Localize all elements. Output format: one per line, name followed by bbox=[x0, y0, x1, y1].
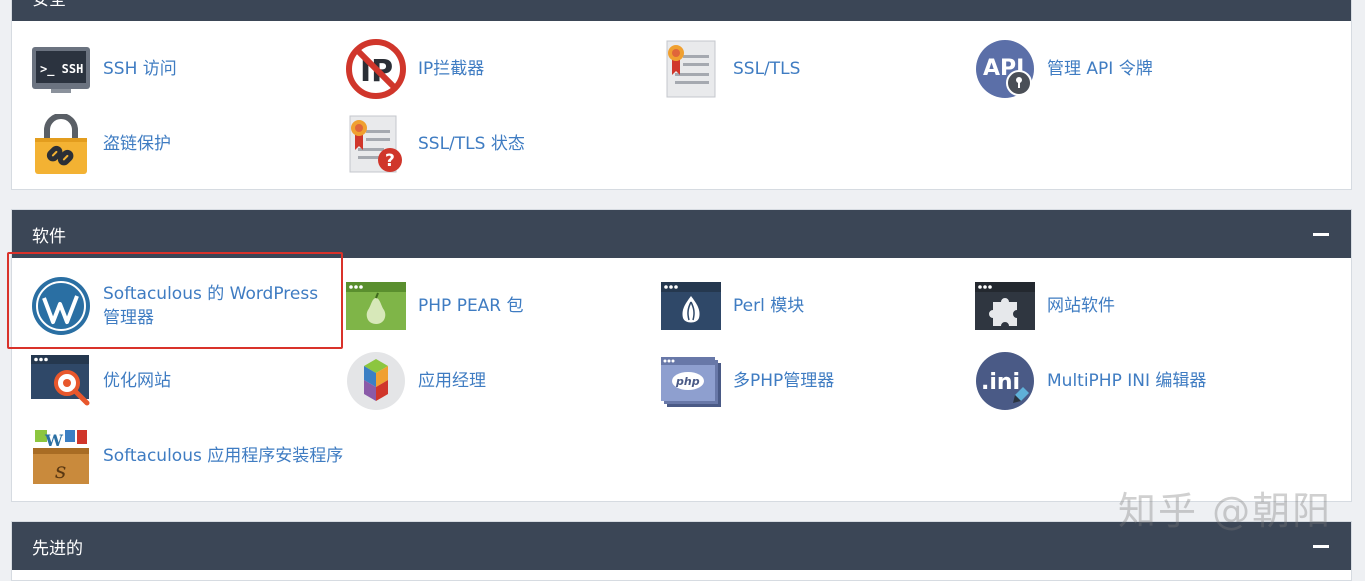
advanced-collapse-button[interactable] bbox=[1313, 544, 1329, 548]
site-software-item[interactable]: 网站软件 bbox=[975, 276, 1115, 336]
svg-text:.ini: .ini bbox=[981, 370, 1020, 395]
ssl-certificate-icon bbox=[666, 40, 716, 98]
hotlink-lock-icon bbox=[35, 114, 87, 174]
site-software-label: 网站软件 bbox=[1047, 296, 1115, 316]
softaculous-installer-item[interactable]: W s Softaculous 应用程序安装程序 bbox=[31, 426, 343, 486]
perl-modules-item[interactable]: Perl 模块 bbox=[661, 276, 804, 336]
optimize-website-label: 优化网站 bbox=[103, 371, 171, 391]
optimize-website-item[interactable]: 优化网站 bbox=[31, 351, 171, 411]
svg-text:?: ? bbox=[385, 151, 395, 171]
api-token-label: 管理 API 令牌 bbox=[1047, 59, 1153, 79]
optimize-website-icon bbox=[31, 355, 90, 406]
svg-text:s: s bbox=[55, 459, 66, 484]
software-collapse-button[interactable] bbox=[1313, 232, 1329, 236]
softaculous-installer-icon: W s bbox=[33, 430, 89, 484]
php-pear-item[interactable]: PHP PEAR 包 bbox=[346, 276, 524, 336]
software-panel-header[interactable]: 软件 bbox=[12, 210, 1351, 258]
multiphp-manager-label: 多PHP管理器 bbox=[733, 371, 835, 391]
wordpress-icon bbox=[32, 277, 90, 335]
softaculous-installer-label: Softaculous 应用程序安装程序 bbox=[103, 446, 344, 466]
hotlink-protection-label: 盗链保护 bbox=[103, 134, 171, 154]
ip-blocker-icon: IP bbox=[346, 39, 406, 99]
hotlink-protection-item[interactable]: 盗链保护 bbox=[31, 114, 171, 174]
svg-text:php: php bbox=[675, 375, 700, 388]
multiphp-ini-icon: .ini bbox=[976, 352, 1034, 410]
ssh-access-label: SSH 访问 bbox=[103, 59, 177, 79]
perl-onion-icon bbox=[661, 282, 721, 330]
security-panel-header[interactable]: 安全 bbox=[12, 0, 1351, 21]
ip-blocker-item[interactable]: IP IP拦截器 bbox=[346, 39, 484, 99]
ssl-tls-label: SSL/TLS bbox=[733, 59, 801, 79]
api-token-item[interactable]: API 管理 API 令牌 bbox=[975, 39, 1153, 99]
wordpress-manager-label: Softaculous 的 WordPress 管理器 bbox=[103, 284, 319, 328]
ssl-status-icon: ? bbox=[349, 115, 402, 173]
ip-blocker-label: IP拦截器 bbox=[418, 59, 485, 79]
application-manager-item[interactable]: 应用经理 bbox=[346, 351, 486, 411]
software-panel-title: 软件 bbox=[32, 226, 66, 247]
ssl-tls-status-item[interactable]: ? SSL/TLS 状态 bbox=[346, 114, 525, 174]
perl-modules-label: Perl 模块 bbox=[733, 296, 805, 316]
security-panel-title: 安全 bbox=[32, 0, 66, 10]
multiphp-ini-editor-label: MultiPHP INI 编辑器 bbox=[1047, 371, 1207, 391]
wordpress-manager-item[interactable]: Softaculous 的 WordPress 管理器 bbox=[31, 276, 336, 336]
application-manager-label: 应用经理 bbox=[418, 371, 486, 391]
php-pear-icon bbox=[346, 282, 406, 330]
php-pear-label: PHP PEAR 包 bbox=[418, 296, 524, 316]
application-manager-icon bbox=[347, 352, 405, 410]
advanced-panel-title: 先进的 bbox=[32, 538, 83, 559]
api-token-icon: API bbox=[976, 40, 1034, 98]
ssh-access-item[interactable]: >_ SSH SSH 访问 bbox=[31, 39, 177, 99]
svg-text:W: W bbox=[44, 431, 64, 450]
ssh-terminal-icon: >_ SSH bbox=[32, 47, 90, 93]
svg-text:>_ SSH: >_ SSH bbox=[40, 62, 83, 77]
multiphp-ini-editor-item[interactable]: .ini MultiPHP INI 编辑器 bbox=[975, 351, 1206, 411]
site-software-puzzle-icon bbox=[975, 282, 1035, 330]
watermark: 知乎 @朝阳 bbox=[1118, 489, 1333, 533]
ssl-tls-status-label: SSL/TLS 状态 bbox=[418, 134, 525, 154]
multiphp-manager-item[interactable]: php 多PHP管理器 bbox=[661, 351, 834, 411]
multiphp-manager-icon: php bbox=[661, 357, 721, 407]
ssl-tls-item[interactable]: SSL/TLS bbox=[661, 39, 800, 99]
